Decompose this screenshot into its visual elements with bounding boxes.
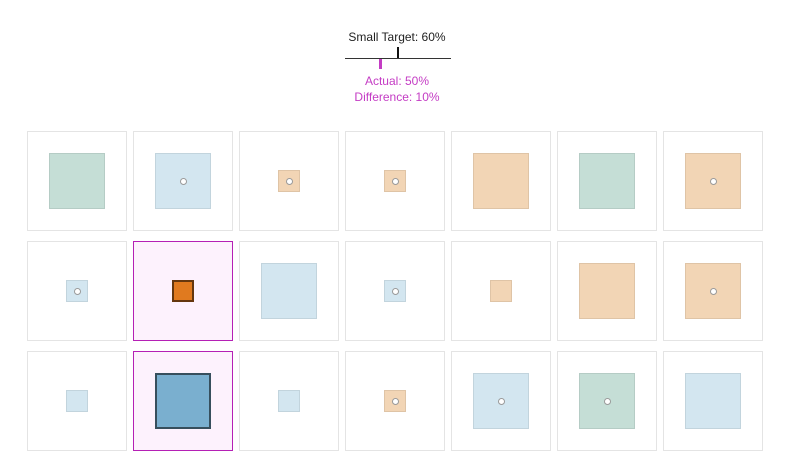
grid-cell-r3-c7[interactable] bbox=[663, 351, 763, 451]
blue-large-square bbox=[261, 263, 317, 319]
grid-cell-r3-c3[interactable] bbox=[239, 351, 339, 451]
blue-large-square bbox=[155, 373, 211, 429]
grid-cell-r3-c5[interactable] bbox=[451, 351, 551, 451]
grid-cell-r1-c6[interactable] bbox=[557, 131, 657, 231]
orange-small-square bbox=[490, 280, 512, 302]
grid-cell-r2-c7[interactable] bbox=[663, 241, 763, 341]
orange-small-square bbox=[172, 280, 194, 302]
grid-cell-r3-c2[interactable] bbox=[133, 351, 233, 451]
dot-marker bbox=[285, 177, 293, 185]
grid-cell-r3-c1[interactable] bbox=[27, 351, 127, 451]
target-marker bbox=[397, 47, 399, 58]
actual-marker bbox=[378, 59, 382, 69]
grid-cell-r2-c2[interactable] bbox=[133, 241, 233, 341]
grid-cell-r2-c3[interactable] bbox=[239, 241, 339, 341]
grid-cell-r2-c4[interactable] bbox=[345, 241, 445, 341]
square-grid bbox=[27, 131, 763, 451]
green-large-square bbox=[579, 153, 635, 209]
actual-label: Actual: 50% bbox=[364, 74, 430, 88]
blue-small-square bbox=[66, 390, 88, 412]
grid-cell-r1-c1[interactable] bbox=[27, 131, 127, 231]
dot-marker bbox=[603, 397, 611, 405]
orange-large-square bbox=[473, 153, 529, 209]
dot-marker bbox=[709, 287, 717, 295]
grid-cell-r2-c1[interactable] bbox=[27, 241, 127, 341]
target-header: Small Target: 60% Actual: 50% Difference… bbox=[0, 0, 794, 120]
grid-cell-r3-c4[interactable] bbox=[345, 351, 445, 451]
dot-marker bbox=[391, 287, 399, 295]
grid-cell-r1-c3[interactable] bbox=[239, 131, 339, 231]
percentage-slider-track[interactable] bbox=[345, 58, 451, 59]
dot-marker bbox=[391, 397, 399, 405]
small-target-label: Small Target: 60% bbox=[348, 30, 446, 44]
grid-cell-r1-c4[interactable] bbox=[345, 131, 445, 231]
dot-marker bbox=[179, 177, 187, 185]
difference-label: Difference: 10% bbox=[354, 90, 440, 104]
blue-small-square bbox=[278, 390, 300, 412]
grid-cell-r2-c5[interactable] bbox=[451, 241, 551, 341]
grid-cell-r1-c7[interactable] bbox=[663, 131, 763, 231]
dot-marker bbox=[73, 287, 81, 295]
dot-marker bbox=[391, 177, 399, 185]
dot-marker bbox=[709, 177, 717, 185]
grid-cell-r2-c6[interactable] bbox=[557, 241, 657, 341]
blue-large-square bbox=[685, 373, 741, 429]
green-large-square bbox=[49, 153, 105, 209]
grid-cell-r3-c6[interactable] bbox=[557, 351, 657, 451]
grid-cell-r1-c2[interactable] bbox=[133, 131, 233, 231]
dot-marker bbox=[497, 397, 505, 405]
grid-cell-r1-c5[interactable] bbox=[451, 131, 551, 231]
orange-large-square bbox=[579, 263, 635, 319]
